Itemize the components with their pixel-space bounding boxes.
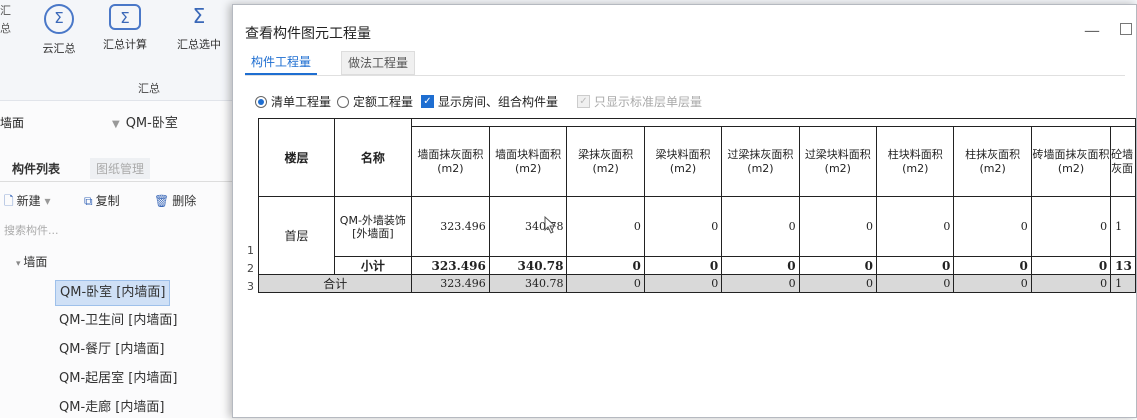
header-col: 砼墙灰面 [1110,126,1136,197]
header-col: 墙面抹灰面积(m2) [411,126,490,197]
cell-value[interactable]: 0 [566,274,645,293]
component-search-input[interactable]: 搜索构件... [4,222,59,238]
tree-item[interactable]: QM-走廊 [内墙面] [55,396,168,420]
checkmark-icon: ✓ [577,95,590,108]
cell-value[interactable]: 340.78 [488,256,568,275]
cell-value[interactable]: 0 [798,274,878,293]
component-selector-row: 墙面 ▼ QM-卧室 [0,110,232,134]
header-col: 梁抹灰面积(m2) [566,126,645,197]
minimize-button[interactable]: — [1084,21,1100,40]
cell-value[interactable]: 0 [798,256,878,275]
tab-component-quantity[interactable]: 构件工程量 [245,51,318,75]
delete-icon: 🗑 [154,194,170,208]
copy-icon: ⧉ [84,194,93,208]
header-col: 墙面块料面积(m2) [488,126,568,197]
cell-value[interactable]: 0 [953,274,1032,293]
cell-name[interactable]: 合计 [258,274,413,293]
cell-value[interactable]: 0 [1030,274,1112,293]
cell-value[interactable]: 0 [566,256,645,275]
header-col: 过梁块料面积(m2) [798,126,878,197]
tree-item[interactable]: QM-餐厅 [内墙面] [55,338,168,362]
radio-selected-icon [255,95,267,108]
new-file-icon: 🗋 [4,194,14,208]
cell-value[interactable]: 323.496 [411,256,490,275]
cell-value[interactable]: 1 [1110,196,1136,257]
checkmark-icon: ✓ [421,95,434,108]
cell-value[interactable]: 323.496 [411,274,490,293]
header-col: 梁块料面积(m2) [643,126,723,197]
header-name: 名称 [333,118,413,197]
cell-value[interactable]: 0 [1030,256,1112,275]
maximize-button[interactable] [1120,23,1132,35]
sigma-icon: Σ [109,4,141,30]
table-row[interactable]: 1 首层 QM-外墙装饰 [外墙面] 323.496 340.78 0 0 0 … [247,196,1136,275]
cell-value[interactable]: 0 [876,274,955,293]
cell-value[interactable]: 0 [721,274,800,293]
chevron-down-icon: ▼ [112,119,120,130]
cell-value[interactable]: 0 [643,196,723,257]
table-row-total[interactable]: 3 合计 323.496 340.78 0 0 0 0 0 0 0 1 [247,274,1136,293]
cell-value[interactable]: 0 [566,196,645,257]
tree-item[interactable]: QM-起居室 [内墙面] [55,367,181,391]
ribbon-group-label: 汇总 [138,82,160,95]
quantity-dialog: 查看构件图元工程量 — 构件工程量 做法工程量 清单工程量 定额工程量 ✓ 显示… [232,4,1137,418]
tree-item[interactable]: QM-卧室 [内墙面] [55,280,171,306]
header-floor: 楼层 [258,118,335,197]
cell-value[interactable]: 340.78 [488,274,568,293]
cell-value[interactable]: 0 [721,256,800,275]
component-toolbar: 🗋 新建 ▾ ⧉ 复制 🗑 删除 [4,192,232,212]
cell-floor[interactable]: 首层 [258,196,335,275]
tree-item[interactable]: QM-卫生间 [内墙面] [55,309,181,333]
tabs-divider [245,75,1125,76]
tree-root-wall-surface[interactable]: ▾ 墙面 [16,253,47,270]
cell-value[interactable]: 0 [953,256,1032,275]
cell-value[interactable]: 0 [953,196,1032,257]
dialog-title: 查看构件图元工程量 [245,26,371,42]
ribbon-left-partial: 汇 总 [0,4,11,35]
cell-value[interactable]: 0 [1030,196,1112,257]
cell-value[interactable]: 0 [876,256,955,275]
tab-method-quantity[interactable]: 做法工程量 [341,51,416,75]
standard-floor-checkbox[interactable]: ✓ 只显示标准层单层量 [577,93,702,110]
cell-value[interactable]: 0 [643,256,723,275]
text-cursor-icon [544,216,557,234]
copy-button[interactable]: ⧉ 复制 [84,192,120,209]
header-col: 砖墙面抹灰面积(m2) [1030,126,1112,197]
cell-value[interactable]: 0 [876,196,955,257]
cell-value[interactable]: 0 [721,196,800,257]
cell-value[interactable]: 0 [643,274,723,293]
tab-component-list[interactable]: 构件列表 [6,158,66,179]
show-rooms-checkbox[interactable]: ✓ 显示房间、组合构件量 [421,93,558,110]
new-button[interactable]: 🗋 新建 ▾ [4,192,51,213]
cell-value[interactable]: 1 [1110,274,1136,293]
sum-calc-button[interactable]: Σ 汇总计算 [96,0,154,52]
type-selector[interactable]: 墙面 [0,114,24,131]
cell-value[interactable]: 13 [1110,256,1136,275]
component-selector[interactable]: ▼ QM-卧室 [112,112,230,132]
radio-unselected-icon [337,95,349,108]
sigma-icon: Σ [44,4,74,34]
quota-quantity-radio[interactable]: 定额工程量 [337,93,413,110]
cloud-sum-button[interactable]: Σ 云汇总 [30,0,88,56]
header-col: 柱抹灰面积(m2) [953,126,1032,197]
cell-value[interactable]: 323.496 [411,196,490,257]
header-col: 柱块料面积(m2) [876,126,955,197]
bill-quantity-radio[interactable]: 清单工程量 [255,93,331,110]
quantity-table: 楼层 名称 墙面抹灰面积(m2) 墙面块料面积(m2) 梁抹灰面积(m2) 梁块… [247,118,1136,293]
cell-value[interactable]: 0 [798,196,878,257]
delete-button[interactable]: 🗑 删除 [154,192,196,209]
table-row-subtotal[interactable]: 2 小计 323.496 340.78 0 0 0 0 0 0 0 13 [247,256,1136,275]
cell-name[interactable]: 小计 [333,256,413,275]
sum-selected-button[interactable]: Σ 汇总选中 [168,0,230,52]
header-col: 过梁抹灰面积(m2) [721,126,800,197]
cell-name[interactable]: QM-外墙装饰 [外墙面] [333,196,413,257]
sigma-icon: Σ [192,4,206,28]
header-top-row: 楼层 名称 [247,118,1136,197]
tab-drawing-management[interactable]: 图纸管理 [90,158,151,179]
chevron-down-icon: ▾ [40,194,51,208]
panel-tabs: 构件列表 图纸管理 [0,155,232,182]
